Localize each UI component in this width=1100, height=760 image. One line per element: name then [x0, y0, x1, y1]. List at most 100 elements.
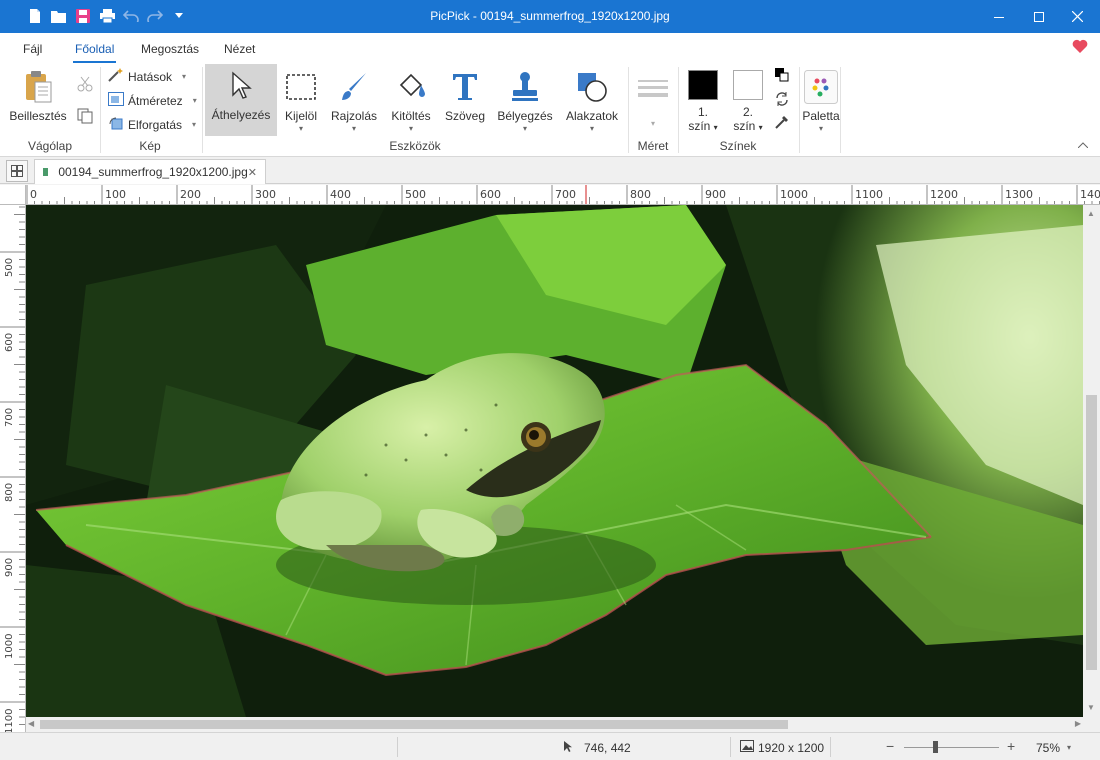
horizontal-scroll-thumb[interactable] — [40, 720, 788, 729]
ruler-label: 1400 — [1080, 188, 1100, 201]
status-separator — [397, 737, 398, 757]
collapse-ribbon-icon[interactable] — [1077, 139, 1089, 151]
chevron-down-icon: ▾ — [408, 124, 413, 133]
ruler-label: 1100 — [855, 188, 883, 201]
frog-photo — [26, 205, 1083, 717]
image-canvas[interactable] — [26, 205, 1083, 717]
zoom-level[interactable]: 75% — [1036, 741, 1060, 755]
ribbon: Beillesztés Vágólap Hatások ▾ Átméretez ▾ … — [0, 63, 1100, 157]
ribbon-separator — [202, 67, 203, 153]
draw-tool-button[interactable]: Rajzolás ▾ — [330, 65, 378, 135]
brush-icon — [339, 65, 369, 109]
palette-button[interactable]: Paletta ▾ — [801, 65, 841, 135]
vertical-scroll-thumb[interactable] — [1086, 395, 1097, 670]
ribbon-separator — [100, 67, 101, 153]
ruler-label: 1300 — [1005, 188, 1033, 201]
grid-view-icon[interactable] — [6, 160, 28, 182]
tab-share[interactable]: Megosztás — [141, 42, 199, 56]
resize-icon — [108, 92, 124, 109]
palette-icon — [804, 65, 838, 109]
scroll-right-icon[interactable]: ▶ — [1075, 719, 1081, 728]
stamp-tool-button[interactable]: Bélyegzés ▾ — [497, 65, 553, 135]
cut-icon[interactable] — [77, 76, 93, 95]
fill-tool-button[interactable]: Kitöltés ▾ — [387, 65, 435, 135]
eyedropper-icon[interactable] — [774, 114, 790, 133]
chevron-down-icon: ▾ — [182, 72, 187, 81]
color1-swatch — [688, 70, 718, 100]
effects-wand-icon — [108, 68, 124, 85]
ruler-label: 600 — [4, 332, 15, 352]
group-label-size: Méret — [637, 139, 669, 153]
ruler-label: 800 — [630, 188, 651, 201]
scroll-left-icon[interactable]: ◀ — [28, 719, 34, 728]
resize-button[interactable]: Átméretez ▾ — [108, 92, 197, 109]
chevron-down-icon: ▾ — [589, 124, 594, 133]
paste-button[interactable]: Beillesztés — [8, 65, 68, 135]
zoom-out-icon[interactable]: − — [886, 738, 894, 754]
document-tab-strip: 00194_summerfrog_1920x1200.jpg ✕ — [0, 157, 1100, 184]
close-button[interactable] — [1054, 0, 1100, 33]
paint-bucket-icon — [395, 65, 427, 109]
color2-swatch — [733, 70, 763, 100]
copy-icon[interactable] — [77, 108, 93, 127]
chevron-down-icon: ▾ — [192, 120, 197, 129]
horizontal-ruler: 0 100 200 300 400 500 600 700 800 900 1000 1100 1200… — [26, 185, 1100, 205]
tab-view[interactable]: Nézet — [224, 42, 255, 56]
zoom-slider[interactable] — [904, 747, 999, 748]
document-tab[interactable]: 00194_summerfrog_1920x1200.jpg ✕ — [34, 159, 266, 184]
chevron-down-icon: ▾ — [192, 96, 197, 105]
group-label-image: Kép — [139, 139, 161, 153]
scroll-down-icon[interactable]: ▼ — [1087, 703, 1095, 712]
ruler-label: 0 — [30, 188, 37, 201]
tab-file[interactable]: Fájl — [23, 42, 42, 56]
ribbon-separator — [678, 67, 679, 153]
ruler-label: 100 — [105, 188, 126, 201]
heart-icon[interactable] — [1072, 39, 1088, 56]
horizontal-scrollbar[interactable]: ◀ ▶ — [26, 717, 1083, 732]
default-colors-icon[interactable] — [775, 68, 789, 85]
shapes-tool-button[interactable]: Alakzatok ▾ — [563, 65, 621, 135]
shapes-icon — [576, 65, 608, 109]
ruler-label: 700 — [555, 188, 576, 201]
zoom-dropdown-icon[interactable]: ▾ — [1067, 743, 1071, 752]
chevron-down-icon: ▾ — [818, 124, 823, 133]
zoom-slider-thumb[interactable] — [933, 741, 938, 753]
group-label-tools: Eszközök — [389, 139, 441, 153]
color1-button[interactable]: 1. szín ▾ — [686, 68, 720, 134]
ruler-label: 1000 — [780, 188, 808, 201]
menu-bar: Fájl Főoldal Megosztás Nézet — [0, 33, 1100, 63]
ruler-label: 900 — [4, 557, 15, 577]
group-label-colors: Színek — [719, 139, 757, 153]
close-tab-icon[interactable]: ✕ — [248, 166, 257, 179]
ruler-label: 500 — [405, 188, 426, 201]
select-tool-button[interactable]: Kijelöl ▾ — [281, 65, 321, 135]
status-bar: 746, 442 1920 x 1200 − + 75% ▾ — [0, 732, 1100, 760]
vertical-scrollbar[interactable]: ▲ ▼ — [1083, 205, 1100, 717]
effects-button[interactable]: Hatások ▾ — [108, 68, 186, 85]
ruler-corner — [0, 185, 26, 205]
size-button[interactable]: ▾ — [634, 65, 672, 135]
vertical-ruler: 500 600 700 800 900 1000 1100 — [0, 205, 26, 732]
ribbon-separator — [840, 67, 841, 153]
ruler-label: 400 — [330, 188, 351, 201]
tab-home[interactable]: Főoldal — [72, 42, 117, 63]
chevron-down-icon: ▾ — [351, 124, 356, 133]
color2-button[interactable]: 2. szín ▾ — [731, 68, 765, 134]
zoom-in-icon[interactable]: + — [1007, 738, 1015, 754]
rotate-button[interactable]: Elforgatás ▾ — [108, 116, 196, 133]
swap-colors-icon[interactable] — [774, 91, 790, 110]
scroll-up-icon[interactable]: ▲ — [1087, 209, 1095, 218]
chevron-down-icon: ▾ — [713, 123, 718, 132]
ruler-label: 300 — [255, 188, 276, 201]
move-tool-button[interactable]: Áthelyezés — [205, 64, 277, 136]
chevron-down-icon: ▾ — [298, 124, 303, 133]
ruler-label: 1200 — [930, 188, 958, 201]
status-separator — [730, 737, 731, 757]
ruler-label: 600 — [480, 188, 501, 201]
text-tool-button[interactable]: Szöveg — [442, 65, 488, 135]
ribbon-separator — [799, 67, 800, 153]
image-size: 1920 x 1200 — [758, 741, 825, 755]
image-size-icon — [740, 740, 754, 755]
text-t-icon — [451, 65, 479, 109]
group-label-clipboard: Vágólap — [27, 139, 73, 153]
